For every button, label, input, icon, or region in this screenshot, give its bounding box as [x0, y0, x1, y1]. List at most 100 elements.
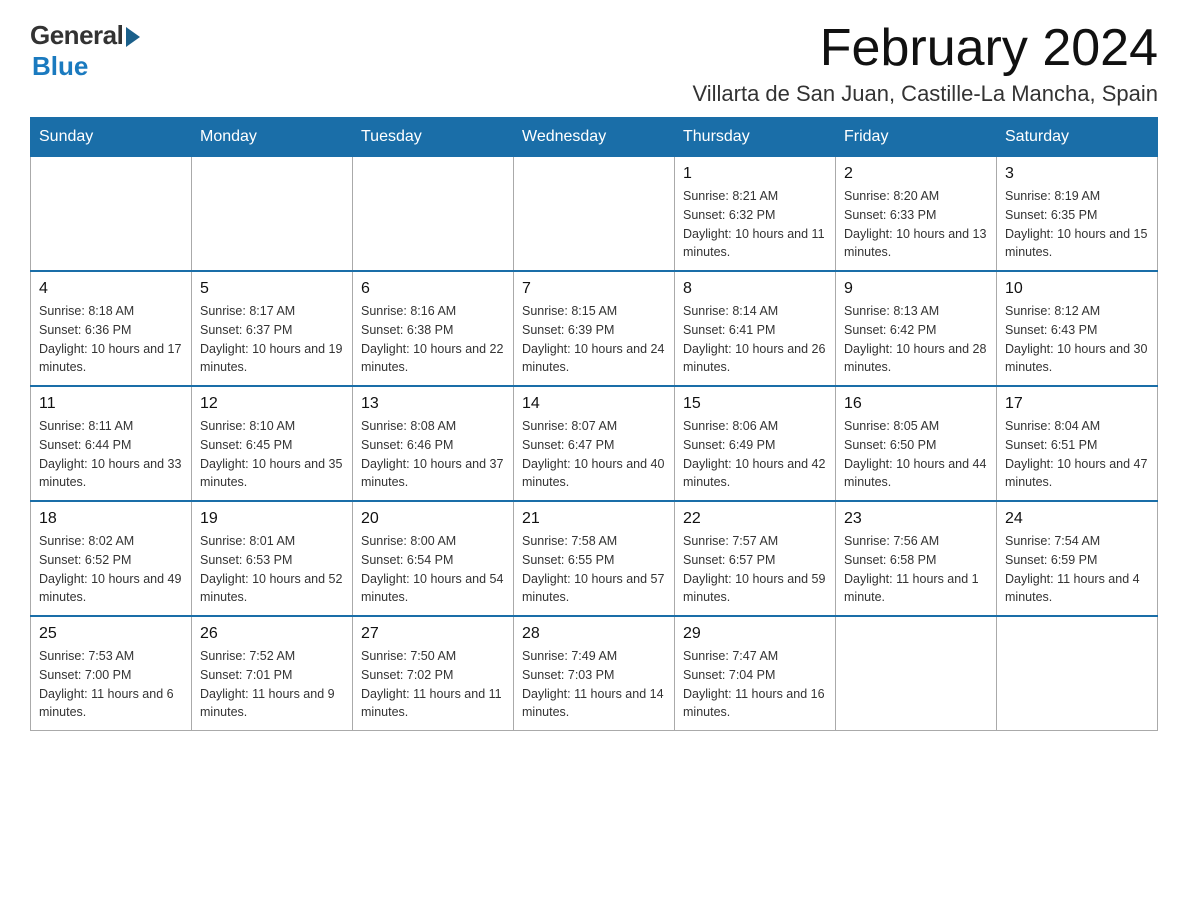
calendar-day-1: 1 Sunrise: 8:21 AMSunset: 6:32 PMDaylight…	[675, 157, 836, 272]
calendar-week-row: 11 Sunrise: 8:11 AMSunset: 6:44 PMDayligh…	[31, 386, 1158, 501]
column-header-sunday: Sunday	[31, 118, 192, 157]
day-info: Sunrise: 7:53 AMSunset: 7:00 PMDaylight:…	[39, 647, 183, 722]
calendar-table: SundayMondayTuesdayWednesdayThursdayFrid…	[30, 117, 1158, 731]
calendar-day-24: 24 Sunrise: 7:54 AMSunset: 6:59 PMDayligh…	[997, 501, 1158, 616]
calendar-day-25: 25Sunrise: 7:53 AMSunset: 7:00 PMDayligh…	[31, 616, 192, 731]
day-info: Sunrise: 8:20 AMSunset: 6:33 PMDaylight:…	[844, 187, 988, 262]
day-info: Sunrise: 7:50 AMSunset: 7:02 PMDaylight:…	[361, 647, 505, 722]
day-number: 8	[683, 280, 827, 298]
day-info: Sunrise: 8:01 AMSunset: 6:53 PMDaylight:…	[200, 532, 344, 607]
calendar-empty-cell	[836, 616, 997, 731]
day-number: 11	[39, 395, 183, 413]
day-info: Sunrise: 7:57 AMSunset: 6:57 PMDaylight:…	[683, 532, 827, 607]
calendar-day-9: 9 Sunrise: 8:13 AMSunset: 6:42 PMDaylight…	[836, 271, 997, 386]
calendar-day-29: 29Sunrise: 7:47 AMSunset: 7:04 PMDayligh…	[675, 616, 836, 731]
day-info: Sunrise: 8:06 AMSunset: 6:49 PMDaylight:…	[683, 417, 827, 492]
calendar-day-11: 11 Sunrise: 8:11 AMSunset: 6:44 PMDayligh…	[31, 386, 192, 501]
header-area: General Blue February 2024 Villarta de S…	[30, 20, 1158, 107]
subtitle: Villarta de San Juan, Castille-La Mancha…	[692, 81, 1158, 107]
calendar-empty-cell	[31, 157, 192, 272]
calendar-empty-cell	[514, 157, 675, 272]
day-number: 12	[200, 395, 344, 413]
title-area: February 2024 Villarta de San Juan, Cast…	[692, 20, 1158, 107]
day-number: 4	[39, 280, 183, 298]
calendar-empty-cell	[353, 157, 514, 272]
calendar-day-18: 18 Sunrise: 8:02 AMSunset: 6:52 PMDayligh…	[31, 501, 192, 616]
day-number: 22	[683, 510, 827, 528]
calendar-day-3: 3 Sunrise: 8:19 AMSunset: 6:35 PMDaylight…	[997, 157, 1158, 272]
day-number: 9	[844, 280, 988, 298]
calendar-week-row: 25Sunrise: 7:53 AMSunset: 7:00 PMDayligh…	[31, 616, 1158, 731]
day-info: Sunrise: 8:02 AMSunset: 6:52 PMDaylight:…	[39, 532, 183, 607]
column-header-monday: Monday	[192, 118, 353, 157]
day-info: Sunrise: 8:11 AMSunset: 6:44 PMDaylight:…	[39, 417, 183, 492]
calendar-day-6: 6 Sunrise: 8:16 AMSunset: 6:38 PMDaylight…	[353, 271, 514, 386]
calendar-empty-cell	[997, 616, 1158, 731]
calendar-day-22: 22 Sunrise: 7:57 AMSunset: 6:57 PMDayligh…	[675, 501, 836, 616]
page-title: February 2024	[692, 20, 1158, 77]
column-header-wednesday: Wednesday	[514, 118, 675, 157]
calendar-day-13: 13 Sunrise: 8:08 AMSunset: 6:46 PMDayligh…	[353, 386, 514, 501]
day-number: 14	[522, 395, 666, 413]
day-info: Sunrise: 8:19 AMSunset: 6:35 PMDaylight:…	[1005, 187, 1149, 262]
calendar-day-17: 17 Sunrise: 8:04 AMSunset: 6:51 PMDayligh…	[997, 386, 1158, 501]
day-info: Sunrise: 8:12 AMSunset: 6:43 PMDaylight:…	[1005, 302, 1149, 377]
day-number: 18	[39, 510, 183, 528]
calendar-day-2: 2Sunrise: 8:20 AMSunset: 6:33 PMDaylight…	[836, 157, 997, 272]
day-info: Sunrise: 8:18 AMSunset: 6:36 PMDaylight:…	[39, 302, 183, 377]
logo-general-text: General	[30, 20, 123, 51]
day-info: Sunrise: 7:54 AMSunset: 6:59 PMDaylight:…	[1005, 532, 1149, 607]
column-header-friday: Friday	[836, 118, 997, 157]
day-number: 21	[522, 510, 666, 528]
calendar-day-21: 21Sunrise: 7:58 AMSunset: 6:55 PMDayligh…	[514, 501, 675, 616]
calendar-day-27: 27Sunrise: 7:50 AMSunset: 7:02 PMDayligh…	[353, 616, 514, 731]
calendar-day-12: 12 Sunrise: 8:10 AMSunset: 6:45 PMDayligh…	[192, 386, 353, 501]
day-number: 10	[1005, 280, 1149, 298]
calendar-empty-cell	[192, 157, 353, 272]
day-info: Sunrise: 8:21 AMSunset: 6:32 PMDaylight:…	[683, 187, 827, 262]
day-number: 13	[361, 395, 505, 413]
day-number: 7	[522, 280, 666, 298]
day-number: 15	[683, 395, 827, 413]
calendar-week-row: 1 Sunrise: 8:21 AMSunset: 6:32 PMDaylight…	[31, 157, 1158, 272]
calendar-day-26: 26 Sunrise: 7:52 AMSunset: 7:01 PMDayligh…	[192, 616, 353, 731]
day-info: Sunrise: 8:13 AMSunset: 6:42 PMDaylight:…	[844, 302, 988, 377]
column-header-saturday: Saturday	[997, 118, 1158, 157]
day-info: Sunrise: 7:56 AMSunset: 6:58 PMDaylight:…	[844, 532, 988, 607]
calendar-day-16: 16 Sunrise: 8:05 AMSunset: 6:50 PMDayligh…	[836, 386, 997, 501]
calendar-week-row: 4 Sunrise: 8:18 AMSunset: 6:36 PMDaylight…	[31, 271, 1158, 386]
day-number: 3	[1005, 165, 1149, 183]
day-number: 26	[200, 625, 344, 643]
day-info: Sunrise: 8:04 AMSunset: 6:51 PMDaylight:…	[1005, 417, 1149, 492]
day-number: 6	[361, 280, 505, 298]
day-number: 23	[844, 510, 988, 528]
calendar-day-14: 14Sunrise: 8:07 AMSunset: 6:47 PMDayligh…	[514, 386, 675, 501]
calendar-day-15: 15 Sunrise: 8:06 AMSunset: 6:49 PMDayligh…	[675, 386, 836, 501]
day-info: Sunrise: 8:14 AMSunset: 6:41 PMDaylight:…	[683, 302, 827, 377]
day-number: 16	[844, 395, 988, 413]
day-number: 17	[1005, 395, 1149, 413]
day-info: Sunrise: 8:10 AMSunset: 6:45 PMDaylight:…	[200, 417, 344, 492]
day-number: 19	[200, 510, 344, 528]
calendar-day-28: 28Sunrise: 7:49 AMSunset: 7:03 PMDayligh…	[514, 616, 675, 731]
calendar-day-19: 19 Sunrise: 8:01 AMSunset: 6:53 PMDayligh…	[192, 501, 353, 616]
calendar-day-23: 23 Sunrise: 7:56 AMSunset: 6:58 PMDayligh…	[836, 501, 997, 616]
day-info: Sunrise: 7:52 AMSunset: 7:01 PMDaylight:…	[200, 647, 344, 722]
logo: General Blue	[30, 20, 140, 82]
logo-arrow-icon	[126, 27, 140, 47]
calendar-day-4: 4 Sunrise: 8:18 AMSunset: 6:36 PMDaylight…	[31, 271, 192, 386]
day-number: 1	[683, 165, 827, 183]
calendar-header-row: SundayMondayTuesdayWednesdayThursdayFrid…	[31, 118, 1158, 157]
day-info: Sunrise: 8:05 AMSunset: 6:50 PMDaylight:…	[844, 417, 988, 492]
calendar-day-8: 8 Sunrise: 8:14 AMSunset: 6:41 PMDaylight…	[675, 271, 836, 386]
calendar-week-row: 18 Sunrise: 8:02 AMSunset: 6:52 PMDayligh…	[31, 501, 1158, 616]
day-info: Sunrise: 7:49 AMSunset: 7:03 PMDaylight:…	[522, 647, 666, 722]
day-info: Sunrise: 8:15 AMSunset: 6:39 PMDaylight:…	[522, 302, 666, 377]
day-number: 24	[1005, 510, 1149, 528]
day-info: Sunrise: 8:08 AMSunset: 6:46 PMDaylight:…	[361, 417, 505, 492]
calendar-day-20: 20Sunrise: 8:00 AMSunset: 6:54 PMDayligh…	[353, 501, 514, 616]
day-number: 5	[200, 280, 344, 298]
column-header-thursday: Thursday	[675, 118, 836, 157]
calendar-day-7: 7 Sunrise: 8:15 AMSunset: 6:39 PMDaylight…	[514, 271, 675, 386]
day-info: Sunrise: 8:16 AMSunset: 6:38 PMDaylight:…	[361, 302, 505, 377]
